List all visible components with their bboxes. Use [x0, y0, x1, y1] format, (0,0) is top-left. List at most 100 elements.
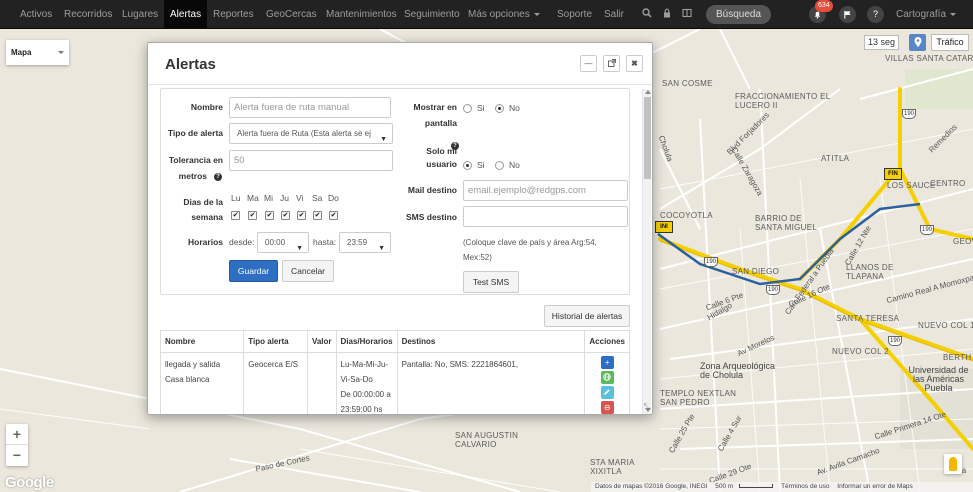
search-button[interactable]: Búsqueda [706, 5, 771, 24]
day-label: Ma [247, 193, 259, 203]
help-icon[interactable]: ? [214, 173, 222, 181]
pencil-icon[interactable] [600, 386, 614, 399]
alert-type-value: Alerta fuera de Ruta (Esta alerta se ej [237, 129, 371, 138]
map-type-select[interactable]: Mapa [6, 40, 69, 65]
alert-history-button[interactable]: Historial de alertas [544, 305, 630, 327]
only-my-user-no-label: No [509, 160, 520, 170]
tolerance-input[interactable]: 50 [229, 150, 393, 171]
alert-type-select[interactable]: Alerta fuera de Ruta (Esta alerta se ej ▼ [229, 123, 393, 144]
show-on-screen-no-radio[interactable] [495, 104, 504, 113]
column-header-type: Tipo alerta [243, 330, 308, 353]
show-on-screen-yes-radio[interactable] [463, 104, 472, 113]
dialog-body: Nombre Alerta fuera de ruta manual Tipo … [148, 86, 652, 414]
lock-icon[interactable] [661, 8, 673, 20]
columns-icon[interactable] [681, 8, 693, 20]
nav-alertas[interactable]: Alertas [164, 0, 208, 29]
zoom-in-button[interactable]: + [6, 424, 28, 445]
nav-seguimiento[interactable]: Seguimiento [404, 0, 460, 29]
map-label: Universidad de las Américas Puebla [908, 365, 969, 393]
globe-icon[interactable] [600, 371, 614, 384]
only-my-user-label-2: usuario [426, 159, 457, 169]
nav-lugares[interactable]: Lugares [122, 0, 158, 29]
minimize-button[interactable]: — [580, 55, 597, 72]
only-my-user-yes-radio[interactable] [463, 161, 472, 170]
map-scale-bar [739, 484, 774, 489]
nav-soporte[interactable]: Soporte [557, 0, 592, 29]
map-label: SANTA TERESA [836, 314, 900, 323]
cell-type: Geocerca E/S [243, 352, 308, 414]
only-my-user-no-radio[interactable] [495, 161, 504, 170]
delete-icon[interactable]: ⊖ [600, 401, 614, 414]
zoom-control: + − [6, 424, 28, 466]
close-button[interactable]: ✖ [626, 55, 643, 72]
save-button[interactable]: Guardar [229, 260, 278, 282]
nav-activos[interactable]: Activos [20, 0, 52, 29]
alert-type-label: Tipo de alerta [167, 128, 223, 138]
route-marker[interactable]: INI [655, 221, 673, 233]
nav-mas-opciones-label: Más opciones [468, 9, 530, 20]
chevron-down-icon [950, 12, 957, 16]
map-style-dropdown[interactable]: Cartografía [896, 0, 957, 29]
street-view-pegman[interactable] [944, 454, 962, 474]
table-header-row: Nombre Tipo alerta Valor Dias/Horarios D… [159, 330, 630, 353]
cell-actions: + ⊖ [584, 352, 630, 414]
report-error-link[interactable]: Informar un error de Maps [837, 483, 913, 490]
chevron-down-icon: ▼ [378, 245, 385, 252]
day-checkbox-ma[interactable]: ✔ [248, 211, 257, 220]
day-checkbox-sa[interactable]: ✔ [313, 211, 322, 220]
nav-mas-opciones[interactable]: Más opciones [468, 0, 540, 29]
scrollbar-thumb[interactable] [644, 97, 651, 179]
day-label: Vi [296, 193, 304, 203]
terms-link[interactable]: Términos de uso [781, 483, 829, 490]
to-time-select[interactable]: 23:59 ▼ [339, 232, 391, 253]
map-type-label: Mapa [11, 48, 32, 57]
google-logo: Google [5, 474, 54, 491]
plus-icon[interactable]: + [600, 356, 614, 369]
test-sms-button[interactable]: Test SMS [463, 271, 519, 293]
nav-reportes[interactable]: Reportes [213, 0, 254, 29]
cancel-button[interactable]: Cancelar [282, 260, 334, 282]
day-checkbox-vi[interactable]: ✔ [297, 211, 306, 220]
help-icon[interactable]: ? [867, 6, 884, 23]
day-checkbox-mi[interactable]: ✔ [265, 211, 274, 220]
flag-icon[interactable] [839, 6, 856, 23]
day-checkbox-ju[interactable]: ✔ [281, 211, 290, 220]
map-label: SAN COSME [662, 79, 713, 88]
day-checkbox-do[interactable]: ✔ [329, 211, 338, 220]
highway-shield: 190 [766, 285, 780, 295]
route-marker[interactable]: FIN [884, 168, 902, 180]
day-label: Mi [264, 193, 273, 203]
expand-button[interactable] [603, 55, 620, 72]
dialog-header[interactable]: Alertas — ✖ [148, 43, 652, 85]
dialog-scrollbar[interactable] [642, 89, 651, 414]
search-icon[interactable] [641, 8, 653, 20]
map-label: NUEVO COL 2 [832, 347, 889, 356]
show-on-screen-yes-label: Si [477, 103, 485, 113]
map-label: STA MARIA XIXITLA [590, 458, 635, 476]
zoom-out-button[interactable]: − [6, 445, 28, 466]
nav-recorridos[interactable]: Recorridos [64, 0, 112, 29]
alerts-dialog: Alertas — ✖ Nombre Alerta fuera de ruta … [147, 42, 653, 415]
scroll-up-icon[interactable] [645, 90, 651, 94]
sms-input[interactable] [463, 206, 628, 227]
from-time-select[interactable]: 00:00 ▼ [257, 232, 309, 253]
map-label: BARRIO DE SANTA MIGUEL [755, 214, 818, 232]
day-checkbox-lu[interactable]: ✔ [231, 211, 240, 220]
table-row: llegada y salida Casa blanca Geocerca E/S… [159, 352, 630, 414]
traffic-button[interactable]: Tráfico [931, 34, 969, 51]
days-label-2: semana [191, 212, 223, 222]
nav-geocercas[interactable]: GeoCercas [266, 0, 317, 29]
map-attribution: Datos de mapas ©2016 Google, INEGI [595, 483, 708, 490]
cell-days-line: Lu-Ma-Mi-Ju- [340, 360, 389, 369]
map-label: LOS SAUCE [887, 181, 936, 190]
resize-handle-icon[interactable]: ⤡ [644, 402, 650, 412]
location-pin-button[interactable] [909, 34, 926, 51]
map-label: Zona Arqueológica de Cholula [700, 361, 776, 380]
highway-shield: 190 [920, 225, 934, 235]
name-input[interactable]: Alerta fuera de ruta manual [229, 97, 391, 118]
map-label: GEOV [953, 237, 973, 246]
notification-badge: 634 [815, 0, 833, 12]
nav-salir[interactable]: Salir [604, 0, 624, 29]
nav-mantenimientos[interactable]: Mantenimientos [326, 0, 397, 29]
mail-input[interactable]: email.ejemplo@redgps.com [463, 180, 628, 201]
